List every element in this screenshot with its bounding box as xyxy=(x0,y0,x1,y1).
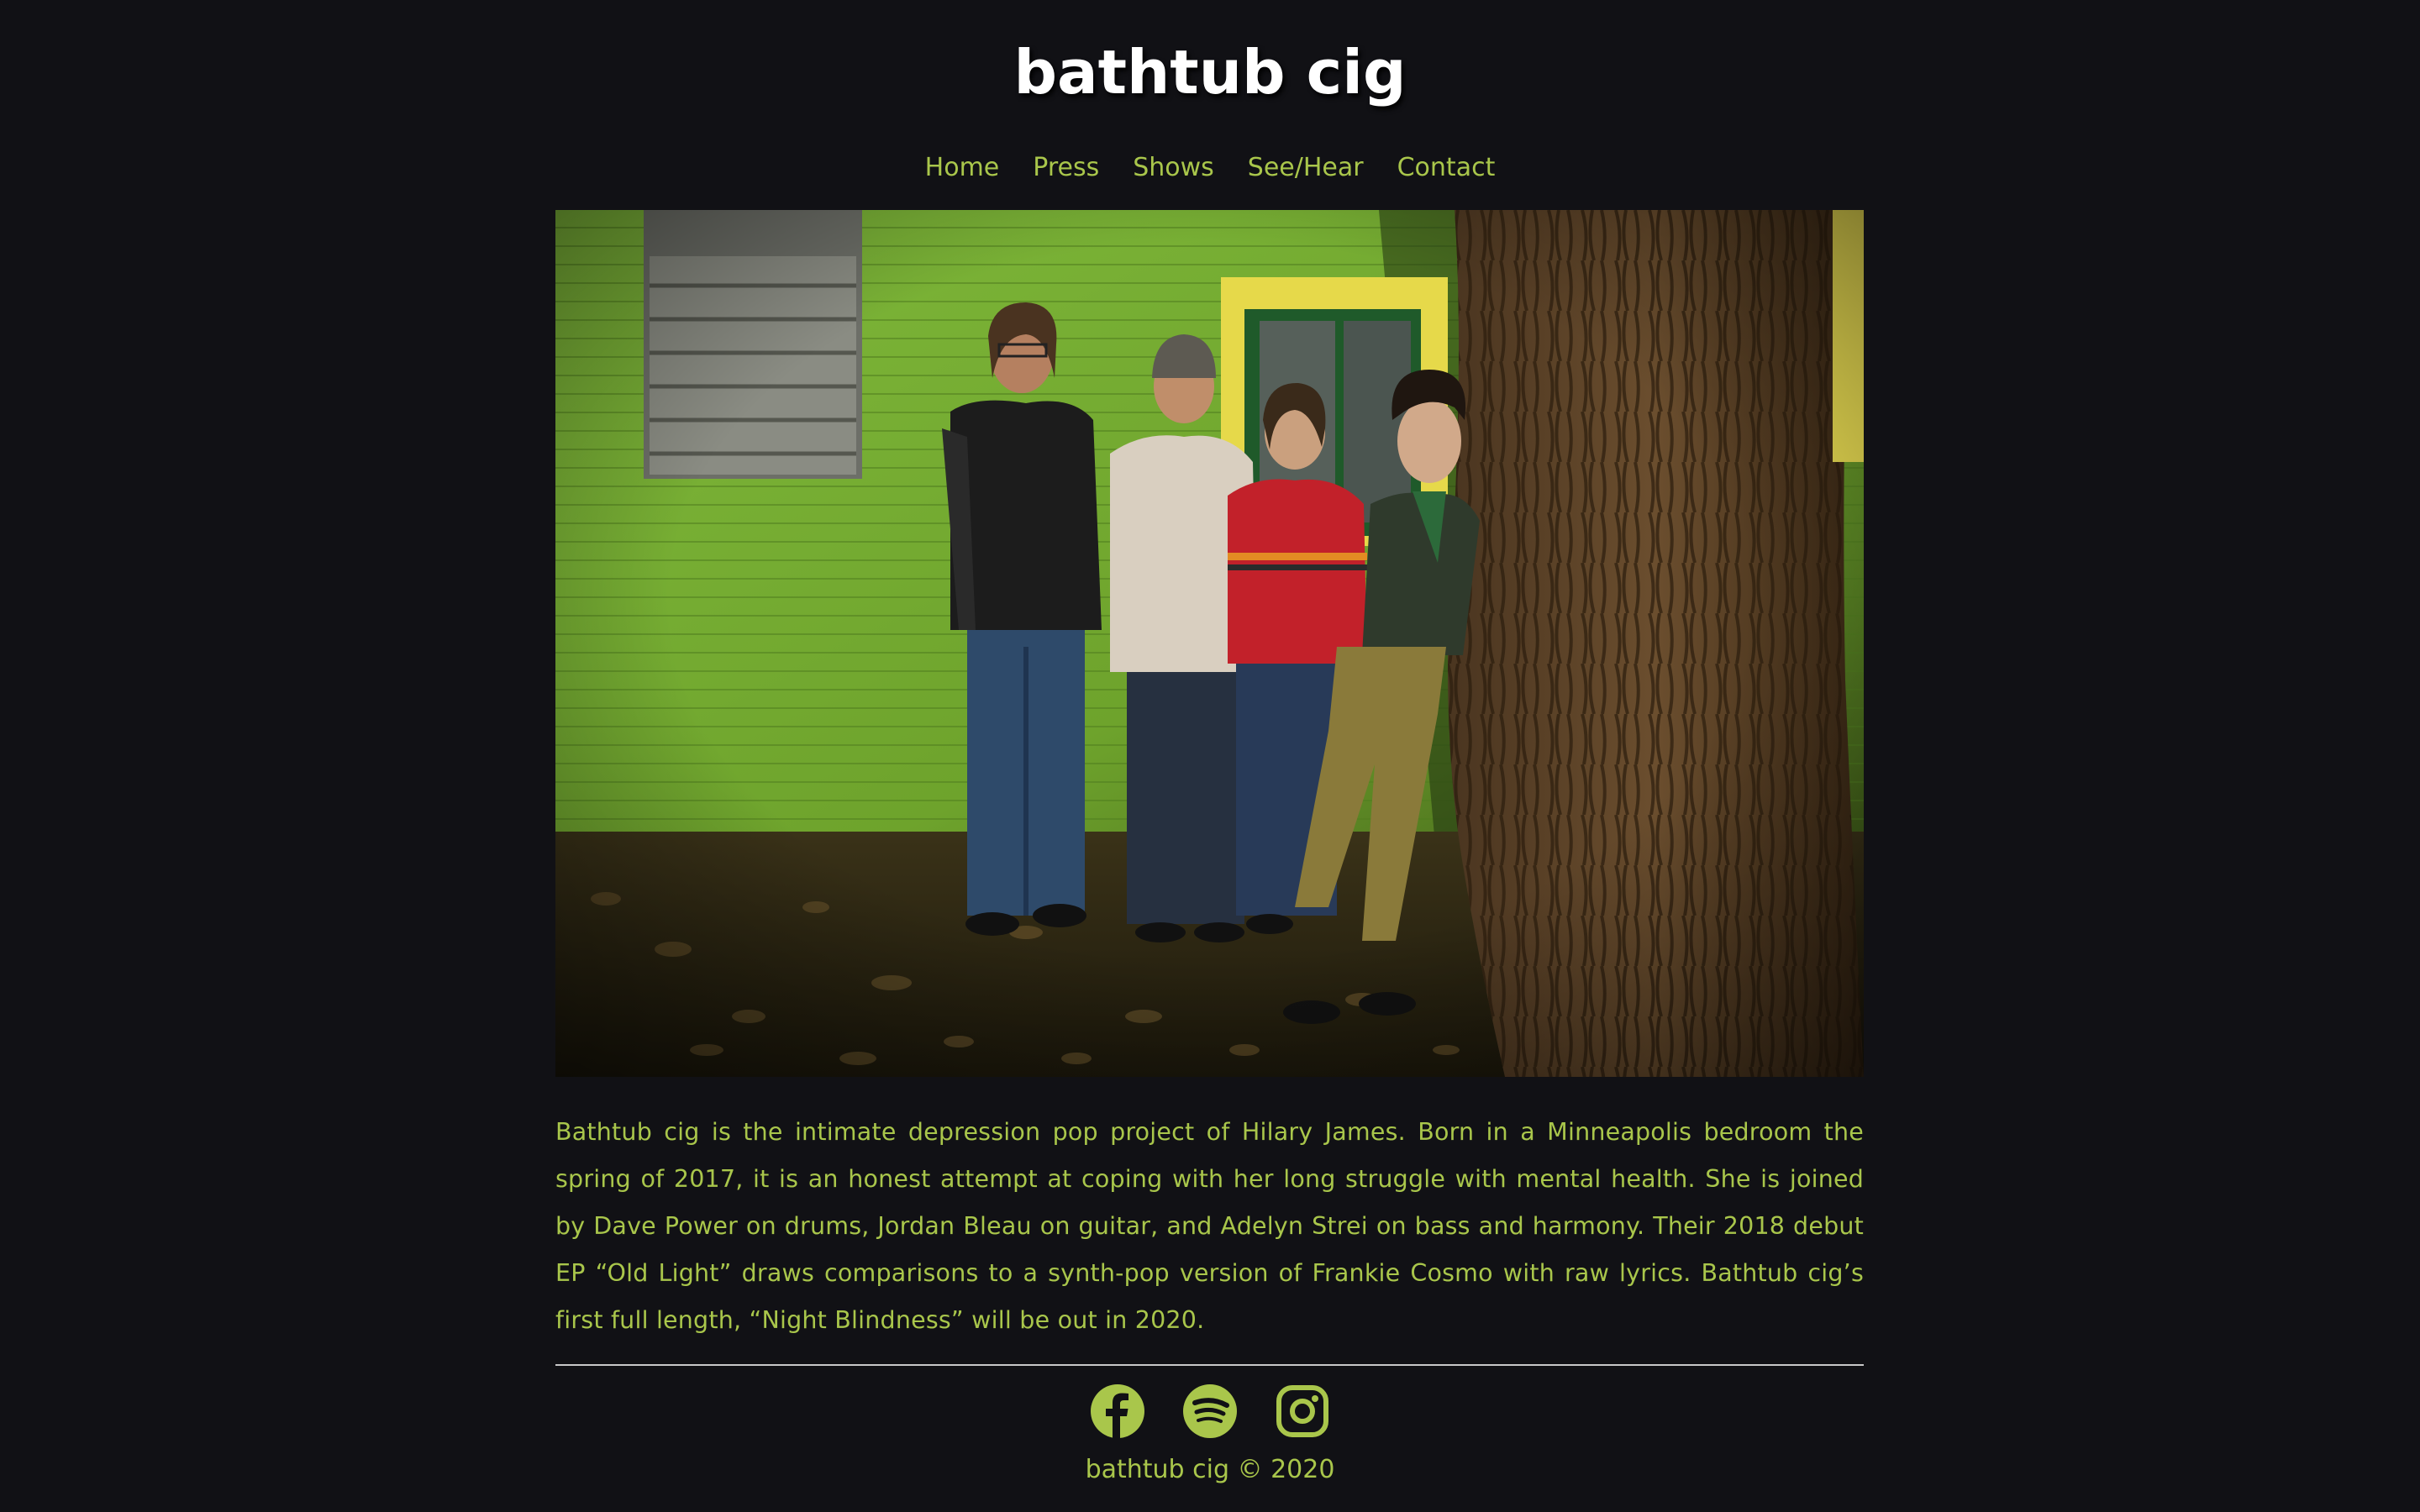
spotify-link[interactable] xyxy=(1183,1384,1237,1438)
band-photo xyxy=(555,210,1864,1077)
facebook-icon xyxy=(1091,1384,1144,1438)
nav-item-see-hear[interactable]: See/Hear xyxy=(1248,144,1364,192)
nav-item-contact[interactable]: Contact xyxy=(1397,144,1496,192)
instagram-link[interactable] xyxy=(1276,1384,1329,1438)
instagram-icon xyxy=(1276,1385,1328,1437)
site-title: bathtub cig xyxy=(1013,37,1407,108)
main-nav: Home Press Shows See/Hear Contact xyxy=(0,144,2420,192)
footer-divider xyxy=(555,1364,1864,1366)
nav-item-shows[interactable]: Shows xyxy=(1133,144,1214,192)
social-links xyxy=(0,1384,2420,1438)
band-bio: Bathtub cig is the intimate depression p… xyxy=(555,1118,1864,1334)
band-photo-illustration xyxy=(555,210,1864,1077)
nav-item-home[interactable]: Home xyxy=(925,144,1000,192)
spotify-icon xyxy=(1183,1384,1237,1438)
nav-item-press[interactable]: Press xyxy=(1033,144,1099,192)
copyright-text: bathtub cig © 2020 xyxy=(1085,1455,1335,1484)
facebook-link[interactable] xyxy=(1091,1384,1144,1438)
